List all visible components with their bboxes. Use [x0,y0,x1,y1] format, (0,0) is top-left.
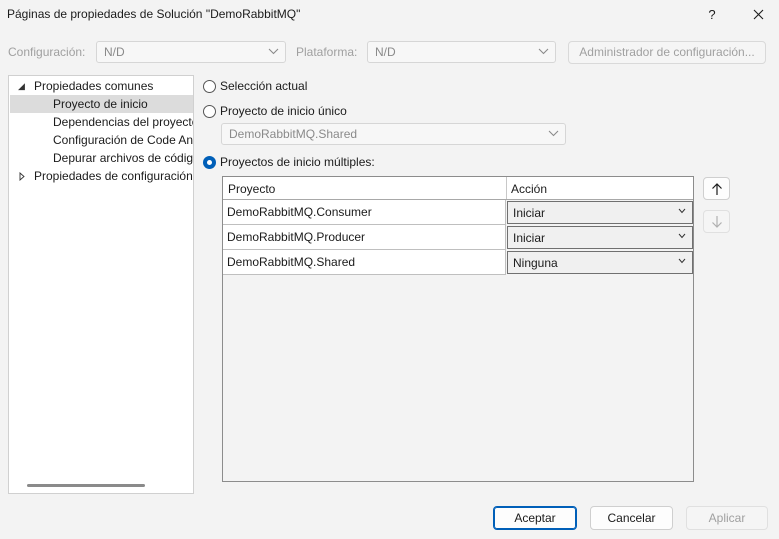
single-startup-label: Proyecto de inicio único [220,104,347,118]
tree-item-debug-source-files[interactable]: Depurar archivos de código fuente [9,149,194,167]
action-dropdown[interactable]: Ninguna [507,251,693,274]
single-startup-radio[interactable]: Proyecto de inicio único [203,102,347,120]
apply-button[interactable]: Aplicar [686,506,768,530]
project-cell: DemoRabbitMQ.Producer [223,225,506,250]
help-button[interactable]: ? [694,0,730,28]
table-row[interactable]: DemoRabbitMQ.Consumer Iniciar [223,200,693,225]
multiple-startup-radio[interactable]: Proyectos de inicio múltiples: [203,153,375,171]
cancel-button[interactable]: Cancelar [590,506,673,530]
action-column-header: Acción [511,182,548,196]
current-selection-radio[interactable]: Selección actual [203,77,307,95]
move-down-button[interactable] [703,210,730,233]
grid-header: Proyecto Acción [223,177,693,200]
tree-item-label: Depurar archivos de código fuente [53,151,194,165]
tree-item-label: Dependencias del proyecto [53,115,194,129]
move-up-button[interactable] [703,177,730,200]
configuration-value: N/D [104,45,125,59]
chevron-down-icon [538,48,549,55]
ok-button[interactable]: Aceptar [493,506,577,530]
platform-dropdown[interactable]: N/D [367,41,556,63]
action-dropdown[interactable]: Iniciar [507,201,693,224]
help-icon: ? [708,6,716,22]
title-bar: Páginas de propiedades de Solución "Demo… [0,0,779,30]
collapsed-arrow-icon[interactable] [19,172,25,181]
project-cell: DemoRabbitMQ.Consumer [223,200,506,225]
configuration-label: Configuración: [8,45,86,59]
arrow-up-icon [711,182,722,195]
arrow-down-icon [711,215,722,228]
tree-item-configuration-properties[interactable]: Propiedades de configuración [9,167,193,185]
current-selection-label: Selección actual [220,79,308,93]
single-startup-project-dropdown[interactable]: DemoRabbitMQ.Shared [221,123,566,145]
horizontal-scrollbar[interactable] [27,484,145,487]
tree-item-label: Propiedades de configuración [34,169,193,183]
action-value: Iniciar [513,206,546,220]
configuration-dropdown[interactable]: N/D [96,41,286,63]
startup-projects-grid[interactable]: Proyecto Acción DemoRabbitMQ.Consumer In… [222,176,694,482]
project-cell: DemoRabbitMQ.Shared [223,250,506,275]
chevron-down-icon [678,258,686,264]
table-row[interactable]: DemoRabbitMQ.Producer Iniciar [223,225,693,250]
close-button[interactable] [740,0,776,28]
configuration-manager-button[interactable]: Administrador de configuración... [568,41,766,64]
close-icon [753,9,763,19]
tree-item-project-dependencies[interactable]: Dependencias del proyecto [9,113,194,131]
action-dropdown[interactable]: Iniciar [507,226,693,249]
radio-checked-icon [203,155,216,169]
platform-value: N/D [375,45,396,59]
expanded-arrow-icon[interactable]: ◢ [18,77,25,95]
chevron-down-icon [678,233,686,239]
tree-item-code-analysis[interactable]: Configuración de Code Analysis [9,131,194,149]
chevron-down-icon [548,130,559,137]
property-tree[interactable]: ◢ Propiedades comunes Proyecto de inicio… [8,75,194,494]
window-title: Páginas de propiedades de Solución "Demo… [7,7,301,21]
project-column-header: Proyecto [228,182,276,196]
tree-item-common-properties[interactable]: ◢ Propiedades comunes [9,77,193,95]
tree-item-label: Configuración de Code Analysis [53,133,194,147]
action-value: Ninguna [513,256,558,270]
tree-item-startup-project[interactable]: Proyecto de inicio [10,95,193,113]
tree-item-label: Propiedades comunes [34,79,154,93]
multiple-startup-label: Proyectos de inicio múltiples: [220,155,375,169]
table-row[interactable]: DemoRabbitMQ.Shared Ninguna [223,250,693,275]
chevron-down-icon [678,208,686,214]
platform-label: Plataforma: [296,45,358,59]
column-divider [506,177,507,199]
tree-item-label: Proyecto de inicio [53,97,148,111]
chevron-down-icon [268,48,279,55]
action-value: Iniciar [513,231,546,245]
single-startup-project-value: DemoRabbitMQ.Shared [229,127,358,141]
radio-icon [203,79,216,93]
radio-icon [203,104,216,118]
